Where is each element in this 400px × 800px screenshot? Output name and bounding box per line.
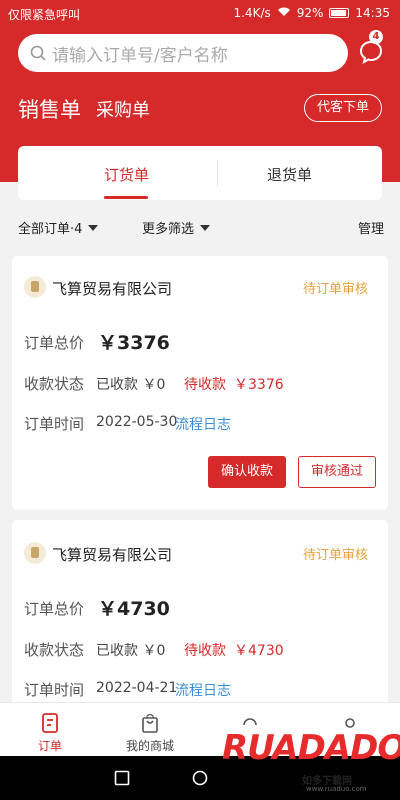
- order-card[interactable]: 飞算贸易有限公司 待订单审核 订单总价 ￥4730 收款状态 已收款 ￥0 待收…: [12, 520, 388, 710]
- company-name: 飞算贸易有限公司: [52, 546, 173, 564]
- status-indicators: 1.4K/s 92% 14:35: [233, 6, 390, 20]
- search-placeholder: 请输入订单号/客户名称: [52, 45, 228, 66]
- recent-apps-icon[interactable]: [114, 770, 130, 786]
- order-status-badge: 待订单审核: [302, 548, 368, 563]
- tab-sales[interactable]: 销售单: [18, 94, 81, 124]
- active-tab-indicator: [104, 196, 148, 199]
- order-time-label: 订单时间: [24, 681, 85, 699]
- pending-amount: ￥4730: [234, 643, 284, 659]
- all-orders-label: 全部订单·4: [18, 222, 83, 237]
- company-logo-icon: [24, 276, 46, 298]
- search-icon: [30, 45, 46, 61]
- tab-return-order[interactable]: 退货单: [267, 164, 312, 185]
- process-log-link[interactable]: 流程日志: [175, 414, 231, 434]
- tab-purchase-order[interactable]: 订货单: [104, 164, 149, 185]
- order-type-tabs: 订货单 退货单: [18, 146, 382, 200]
- manage-button[interactable]: 管理: [358, 218, 384, 237]
- more-filters[interactable]: 更多筛选: [142, 218, 211, 237]
- order-time-label: 订单时间: [24, 415, 85, 433]
- total-label: 订单总价: [24, 334, 85, 352]
- status-bar: 仅限紧急呼叫 1.4K/s 92% 14:35: [0, 0, 400, 28]
- order-status-badge: 待订单审核: [302, 282, 368, 297]
- network-speed: 1.4K/s: [233, 6, 271, 20]
- total-label: 订单总价: [24, 600, 85, 618]
- all-orders-filter[interactable]: 全部订单·4: [18, 218, 99, 237]
- more-filters-label: 更多筛选: [142, 222, 195, 237]
- clock: 14:35: [355, 6, 390, 20]
- battery-icon: [329, 8, 350, 18]
- shop-bag-icon: [142, 713, 158, 733]
- confirm-payment-button[interactable]: 确认收款: [208, 456, 286, 488]
- chevron-down-icon: [200, 224, 211, 231]
- watermark-url: www.ruaduo.com: [306, 785, 367, 793]
- company-name: 飞算贸易有限公司: [52, 280, 173, 298]
- nav-label-orders: 订单: [37, 739, 62, 753]
- wifi-icon: [277, 6, 291, 20]
- received-amount: 已收款 ￥0: [96, 377, 166, 393]
- chevron-down-icon: [88, 224, 99, 231]
- pending-amount: ￥3376: [234, 377, 284, 393]
- process-log-link[interactable]: 流程日志: [175, 680, 231, 700]
- approve-button[interactable]: 审核通过: [298, 456, 376, 488]
- received-amount: 已收款 ￥0: [96, 643, 166, 659]
- proxy-order-button[interactable]: 代客下单: [304, 94, 382, 122]
- order-icon: [42, 713, 58, 733]
- order-card[interactable]: 飞算贸易有限公司 待订单审核 订单总价 ￥3376 收款状态 已收款 ￥0 待收…: [12, 256, 388, 510]
- company-logo-icon: [24, 542, 46, 564]
- nav-label-my-shop: 我的商城: [125, 739, 174, 753]
- total-price: ￥4730: [98, 598, 170, 620]
- tab-divider: [217, 160, 218, 186]
- order-date: 2022-05-30: [96, 414, 178, 430]
- message-badge: 4: [369, 30, 383, 44]
- pending-label: 待收款: [184, 643, 226, 659]
- payment-status-label: 收款状态: [24, 641, 85, 659]
- search-input[interactable]: 请输入订单号/客户名称: [18, 34, 348, 72]
- nav-item-orders[interactable]: 订单: [10, 713, 90, 754]
- tab-purchase[interactable]: 采购单: [96, 96, 150, 122]
- total-price: ￥3376: [98, 332, 170, 354]
- payment-status-label: 收款状态: [24, 375, 85, 393]
- watermark-brand: RUADADO: [222, 728, 400, 768]
- order-date: 2022-04-21: [96, 680, 178, 696]
- home-icon[interactable]: [192, 770, 208, 786]
- watermark-logo: RUADADO 如多下载网 www.ruaduo.com: [222, 728, 400, 796]
- nav-item-my-shop[interactable]: 我的商城: [110, 713, 190, 754]
- pending-label: 待收款: [184, 377, 226, 393]
- carrier-text: 仅限紧急呼叫: [8, 8, 81, 22]
- battery-percent: 92%: [296, 6, 324, 20]
- filter-bar: 全部订单·4 更多筛选 管理: [0, 210, 400, 244]
